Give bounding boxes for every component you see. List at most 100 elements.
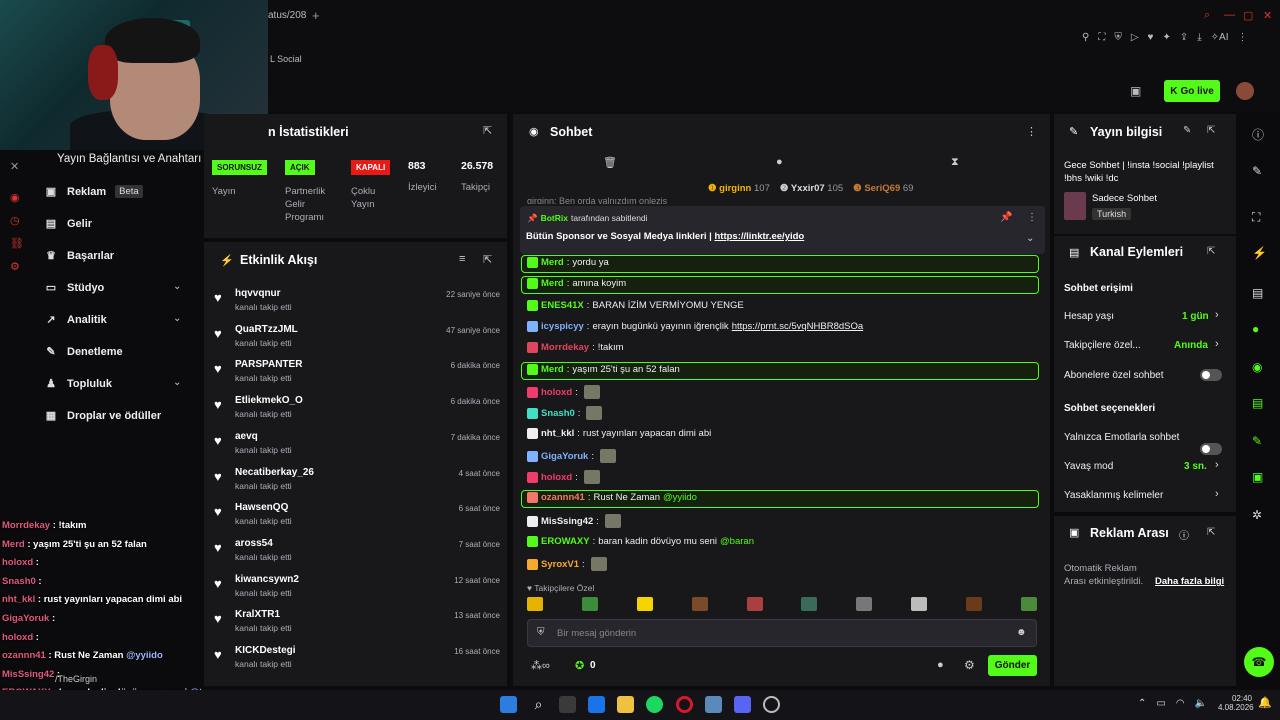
send-button[interactable]: Gönder — [988, 655, 1037, 676]
activity-item[interactable]: ♥ EtliekmekO_O kanalı takip etti 6 dakika ö… — [214, 393, 504, 429]
info-icon[interactable]: ⓘ — [1179, 527, 1189, 542]
puzzle-icon[interactable]: ✦ — [1162, 32, 1170, 43]
activity-item[interactable]: ♥ Necatiberkay_26 kanalı takip etti 4 saat … — [214, 465, 504, 501]
emote-icon[interactable] — [1020, 597, 1037, 611]
system-tray[interactable]: ⌃ ▭ ◠ 🔈 — [1138, 698, 1207, 709]
chat-username[interactable]: nht_kkl — [541, 428, 574, 439]
display-icon[interactable]: ▭ — [1156, 698, 1165, 709]
popout-icon[interactable]: ⇱ — [483, 253, 492, 266]
chevron-down-icon[interactable]: ⌄ — [173, 377, 181, 388]
more-icon[interactable]: ⋮ — [1026, 125, 1037, 138]
wifi-icon[interactable]: ◠ — [1176, 698, 1185, 709]
chat-mention[interactable]: @baran — [720, 536, 754, 547]
activity-item[interactable]: ♥ KICKDestegi kanalı takip etti 16 saat önc… — [214, 643, 504, 679]
new-tab-icon[interactable]: + — [312, 8, 320, 23]
chat-mention[interactable]: @yyiido — [663, 492, 697, 503]
gifter-item[interactable]: ❶ girginn 107 — [708, 183, 770, 194]
chat-icon[interactable]: ● — [1252, 322, 1259, 336]
category-name[interactable]: Sadece Sohbet — [1092, 193, 1157, 204]
browser-tab[interactable]: atus/208 — [268, 10, 306, 21]
fullscreen-icon[interactable]: ⛶ — [1252, 210, 1260, 225]
activity-user[interactable]: Necatiberkay_26 — [235, 467, 314, 478]
broadcast-icon[interactable]: ◉ — [1252, 360, 1262, 374]
activity-user[interactable]: QuaRTzzJML — [235, 324, 298, 335]
chat-username[interactable]: GigaYoruk — [541, 451, 588, 462]
wrench-icon[interactable]: ✎ — [1252, 434, 1262, 448]
chat-username[interactable]: icyspicyy — [541, 321, 584, 332]
folder-icon[interactable] — [617, 696, 634, 713]
activity-user[interactable]: PARSPANTER — [235, 359, 302, 370]
emote-icon[interactable] — [581, 597, 598, 611]
popout-icon[interactable]: ⇱ — [1207, 246, 1215, 257]
subscriber-only-toggle[interactable] — [1200, 369, 1222, 381]
chat-username[interactable]: ENES41X — [541, 300, 584, 311]
chat-message[interactable]: ENES41X: BARAN İZİM VERMİYOMU YENGE — [527, 300, 744, 311]
chat-username[interactable]: Merd — [541, 278, 564, 289]
sidebar-item-analitik[interactable]: ↗ Analitik — [44, 313, 106, 327]
chat-username[interactable]: Morrdekay — [541, 342, 589, 353]
extension-icons[interactable]: ⚲ ⛶ ⛨ ▷ ♥ ✦ ⇪ ⤓ ✧AI ⋮ — [1082, 32, 1248, 43]
chat-message[interactable]: Merd: yordu ya — [527, 257, 609, 268]
download-icon[interactable]: ⤓ — [1197, 32, 1201, 43]
chat-username[interactable]: EROWAXY — [541, 536, 590, 547]
settings-icon[interactable]: ⚙ — [964, 658, 975, 672]
chevron-right-icon[interactable]: › — [1215, 488, 1219, 500]
avatar[interactable] — [1236, 82, 1254, 100]
chat-message[interactable]: GigaYoruk: — [527, 449, 616, 463]
chat-message[interactable]: Merd: amına koyim — [527, 278, 626, 289]
bolt-icon[interactable]: ⚡ — [1252, 246, 1267, 260]
chat-message[interactable]: nht_kkl: rust yayınları yapacan dimi abi — [527, 428, 711, 439]
chat-message[interactable]: EROWAXY: baran kadin dövüyo mu seni @baran — [527, 536, 754, 547]
close-icon[interactable]: ✕ — [1263, 9, 1272, 22]
link-icon[interactable]: ⛓ — [10, 237, 32, 250]
emote-icon[interactable] — [746, 597, 763, 611]
sidebar-item-basarilar[interactable]: ♛ Başarılar — [44, 249, 114, 263]
setting-value[interactable]: 3 sn. — [1184, 461, 1207, 472]
play-icon[interactable]: ▷ — [1131, 32, 1139, 43]
emote-only-toggle[interactable] — [1200, 443, 1222, 455]
chat-message[interactable]: holoxd: — [527, 385, 600, 399]
emote-icon[interactable] — [801, 597, 818, 611]
gifter-item[interactable]: ❷ Yxxir07 105 — [780, 183, 843, 194]
list-icon[interactable]: ▤ — [1252, 286, 1263, 300]
activity-item[interactable]: ♥ QuaRTzzJML kanalı takip etti 47 saniye ön… — [214, 322, 504, 358]
activity-user[interactable]: kiwancsywn2 — [235, 574, 299, 585]
sidebar-item-denetleme[interactable]: ✎ Denetleme — [44, 345, 122, 359]
activity-user[interactable]: HawsenQQ — [235, 502, 288, 513]
pinned-link[interactable]: https://linktr.ee/yido — [714, 231, 804, 242]
emote-icon[interactable] — [636, 597, 653, 611]
spotify-icon[interactable] — [646, 696, 663, 713]
activity-item[interactable]: ♥ KralXTR1 kanalı takip etti 13 saat önce — [214, 607, 504, 643]
store-icon[interactable] — [559, 696, 576, 713]
chevron-down-icon[interactable]: ⌄ — [1026, 233, 1034, 244]
sidebar-item-gelir[interactable]: ▤ Gelir — [44, 217, 92, 231]
activity-item[interactable]: ♥ hqvvqnur kanalı takip etti 22 saniye önce — [214, 286, 504, 322]
share-icon[interactable]: ⇪ — [1180, 32, 1188, 43]
maximize-icon[interactable]: ▢ — [1243, 9, 1253, 22]
sidebar-item-studyo[interactable]: ▭ Stüdyo — [44, 281, 104, 295]
emote-icon[interactable] — [527, 597, 543, 611]
mail-icon[interactable] — [588, 696, 605, 713]
activity-user[interactable]: KralXTR1 — [235, 609, 280, 620]
pin-icon[interactable]: ⚲ — [1082, 32, 1089, 43]
edit-icon[interactable]: ✎ — [1183, 125, 1191, 136]
sidebar-item-reklam[interactable]: ▣ Reklam Beta — [44, 185, 143, 198]
menu-icon[interactable]: ⋮ — [1238, 32, 1248, 43]
points-icon[interactable]: ✪ — [575, 659, 584, 672]
more-icon[interactable]: ⋮ — [1027, 212, 1037, 223]
sidebar-item-topluluk[interactable]: ♟ Topluluk — [44, 377, 112, 391]
chat-icon[interactable]: ● — [937, 659, 944, 671]
activity-item[interactable]: ♥ PARSPANTER kanalı takip etti 6 dakika önc… — [214, 357, 504, 393]
chat-message[interactable]: Morrdekay: !takım — [527, 342, 624, 353]
obs-icon[interactable] — [763, 696, 780, 713]
crop-icon[interactable]: ⛶ — [1098, 32, 1105, 43]
chat-username[interactable]: SyroxV1 — [541, 559, 579, 570]
activity-user[interactable]: EtliekmekO_O — [235, 395, 303, 406]
activity-item[interactable]: ♥ HawsenQQ kanalı takip etti 6 saat önce — [214, 500, 504, 536]
hourglass-icon[interactable]: ⧗ — [951, 156, 959, 169]
notification-icon[interactable]: 🔔 — [1258, 696, 1272, 709]
bookmark-item[interactable]: L Social — [270, 54, 302, 64]
chat-username[interactable]: MisSsing42 — [541, 516, 593, 527]
sliders-icon[interactable]: ▤ — [1252, 396, 1263, 410]
search-icon[interactable]: ⌕ — [1204, 9, 1210, 22]
